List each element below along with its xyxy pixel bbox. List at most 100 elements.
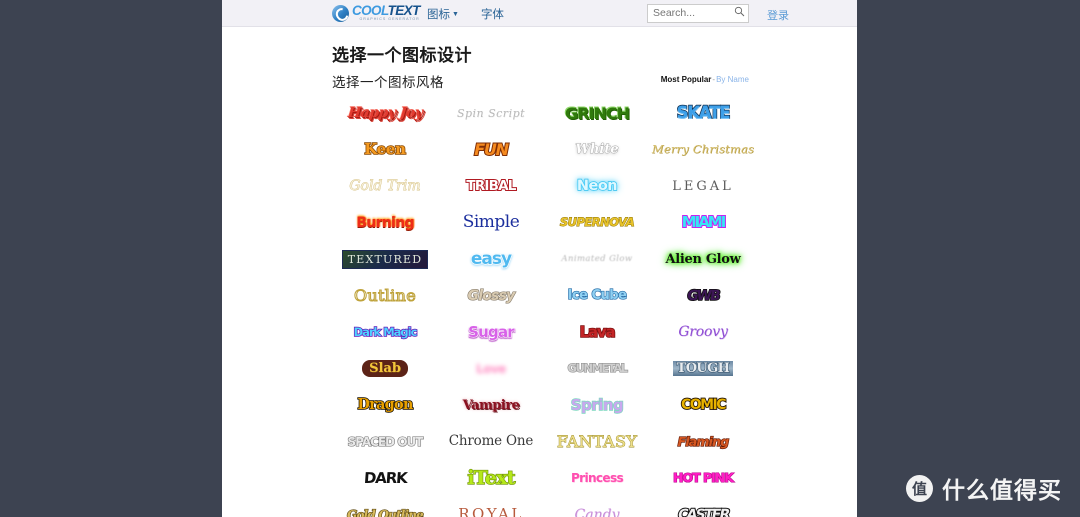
logo-style-item[interactable]: Animated Glow [544,241,650,278]
logo-style-label: Flaming [677,433,730,449]
logo-style-item[interactable]: TRIBAL [438,168,544,205]
logo-style-item[interactable]: Flaming [650,424,756,461]
logo-style-item[interactable]: Ice Cube [544,278,650,315]
logo-style-label: Slab [362,360,408,378]
logo-style-item[interactable]: Gold Outline [332,497,438,517]
logo-style-item[interactable]: Alien Glow [650,241,756,278]
logo-style-label: Dragon [357,396,414,413]
logo-style-item[interactable]: Merry Christmas [650,132,756,169]
logo-style-item[interactable]: SPACED OUT [332,424,438,461]
logo-style-label: Love [476,361,506,376]
logo-style-item[interactable]: Groovy [650,314,756,351]
logo-style-item[interactable]: White [544,132,650,169]
logo-style-item[interactable]: COMIC [650,387,756,424]
logo-style-item[interactable]: Spring [544,387,650,424]
logo-style-item[interactable]: Happy Joy [332,95,438,132]
logo-style-row: Gold Outline ROYAL Candy CASTER [332,497,756,517]
sort-options: Most Popular-By Name [661,75,749,84]
watermark-text: 什么值得买 [942,478,1062,504]
logo-style-item[interactable]: SKATE [650,95,756,132]
logo-style-item[interactable]: GUNMETAL [544,351,650,388]
logo-style-item[interactable]: Dark Magic [332,314,438,351]
logo-style-item[interactable]: Neon [544,168,650,205]
logo-style-row: SPACED OUT Chrome One FANTASY Flaming [332,424,756,461]
logo-style-label: Happy Joy [346,105,424,122]
logo-style-label: Animated Glow [561,254,633,264]
nav-item-fonts[interactable]: 字体 [481,6,504,22]
logo-style-item[interactable]: LEGAL [650,168,756,205]
logo-style-row: DARK iText Princess HOT PINK [332,460,756,497]
logo-style-item[interactable]: CASTER [650,497,756,517]
search-input[interactable] [647,3,749,23]
logo-style-label: TEXTURED [341,249,429,269]
logo-style-label: Gold Trim [349,178,421,195]
logo-style-item[interactable]: FUN [438,132,544,169]
logo-style-label: Outline [353,285,416,305]
logo-style-label: Merry Christmas [651,142,755,156]
logo-style-item[interactable]: FANTASY [544,424,650,461]
logo-style-label: Gold Outline [346,507,424,517]
logo-style-item[interactable]: Vampire [438,387,544,424]
cooltext-logo-icon [332,4,349,22]
logo-style-item[interactable]: GWB [650,278,756,315]
logo-style-item[interactable]: HOT PINK [650,460,756,497]
logo-style-item[interactable]: Gold Trim [332,168,438,205]
logo-style-item[interactable]: SUPERNOVA [544,205,650,242]
sort-separator: - [712,75,716,84]
nav-item-icons-label: 图标 [427,8,450,21]
search-box[interactable] [647,3,749,23]
logo-style-label: Candy [574,506,620,517]
logo-style-item[interactable]: GRINCH [544,95,650,132]
logo-style-item[interactable]: ROYAL [438,497,544,517]
logo-style-label: GWB [685,287,720,305]
nav-item-fonts-label: 字体 [480,8,504,21]
site-header: COOLTEXT GRAPHICS GENERATOR 图标 ▼ 字体 Sear… [222,0,857,27]
logo-style-item[interactable]: iText [438,460,544,497]
logo-style-label: GRINCH [565,103,630,123]
sort-most-popular[interactable]: Most Popular [661,75,712,84]
logo-style-row: Outline Glossy Ice Cube GWB [332,278,756,315]
logo-style-label: Neon [576,178,618,194]
logo-style-label: Ice Cube [567,288,628,304]
logo-style-item[interactable]: Sugar [438,314,544,351]
logo-style-item[interactable]: Glossy [438,278,544,315]
logo-style-item[interactable]: TEXTURED [332,241,438,278]
logo-style-item[interactable]: TOUGH [650,351,756,388]
logo-style-label: Alien Glow [665,251,741,267]
logo-style-label: FANTASY [556,431,638,451]
sort-by-name[interactable]: By Name [716,75,749,84]
logo-style-item[interactable]: MIAMI [650,205,756,242]
logo-style-label: easy [470,248,513,269]
site-logo[interactable]: COOLTEXT GRAPHICS GENERATOR [332,3,420,23]
logo-primary-text: COOL [352,3,388,19]
logo-style-row: Slab Love GUNMETAL TOUGH [332,351,756,388]
logo-style-item[interactable]: Lava [544,314,650,351]
logo-style-row: Keen FUN White Merry Christmas [332,132,756,169]
login-link[interactable]: 登录 [767,7,789,23]
logo-style-item[interactable]: Princess [544,460,650,497]
logo-style-row: Burning Simple SUPERNOVA MIAMI [332,205,756,242]
logo-style-label: DARK [363,468,407,487]
logo-style-item[interactable]: Dragon [332,387,438,424]
logo-style-grid: Happy Joy Spin Script GRINCH SKATE Keen FUN Wh… [332,95,756,517]
logo-style-label: Keen [363,140,406,159]
screen: COOLTEXT GRAPHICS GENERATOR 图标 ▼ 字体 Sear… [0,0,1080,517]
logo-style-item[interactable]: Outline [332,278,438,315]
logo-style-item[interactable]: Spin Script [438,95,544,132]
logo-style-item[interactable]: Chrome One [438,424,544,461]
logo-style-item[interactable]: easy [438,241,544,278]
logo-style-label: COMIC [680,397,727,414]
logo-style-item[interactable]: DARK [332,460,438,497]
nav-item-icons[interactable]: 图标 ▼ [427,6,459,22]
logo-style-item[interactable]: Burning [332,205,438,242]
logo-style-item[interactable]: Keen [332,132,438,169]
logo-style-label: Spin Script [456,106,526,120]
logo-style-row: TEXTURED easy Animated Glow Alien Glow [332,241,756,278]
logo-style-item[interactable]: Simple [438,205,544,242]
logo-style-label: SKATE [676,103,731,122]
logo-style-item[interactable]: Candy [544,497,650,517]
logo-style-item[interactable]: Slab [332,351,438,388]
logo-style-item[interactable]: Love [438,351,544,388]
section-title: 选择一个图标风格 [332,75,444,90]
logo-tagline: GRAPHICS GENERATOR [359,17,420,22]
